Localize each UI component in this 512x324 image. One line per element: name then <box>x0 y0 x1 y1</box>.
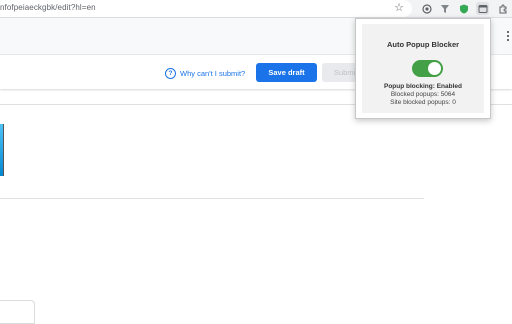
section-divider <box>0 198 424 199</box>
why-cant-submit-link[interactable]: ? Why can't I submit? <box>165 67 245 79</box>
save-draft-button[interactable]: Save draft <box>256 63 317 82</box>
popup-blocking-toggle[interactable] <box>412 60 443 77</box>
extensions-puzzle-icon[interactable] <box>496 2 509 15</box>
popup-body: Auto Popup Blocker Popup blocking: Enabl… <box>362 24 484 113</box>
help-icon: ? <box>165 67 176 79</box>
why-cant-submit-label: Why can't I submit? <box>180 68 246 78</box>
blocked-popups-count: Blocked popups: 5064 <box>390 91 456 98</box>
browser-toolbar: nfofpeiaeckgbk/edit?hl=en ☆ <box>0 0 512 18</box>
star-icon[interactable]: ☆ <box>393 2 405 14</box>
auto-popup-blocker-icon[interactable] <box>476 2 489 15</box>
more-menu-icon[interactable] <box>505 31 511 43</box>
auto-popup-blocker-popup: Auto Popup Blocker Popup blocking: Enabl… <box>355 18 491 119</box>
site-blocked-popups-count: Site blocked popups: 0 <box>390 99 456 106</box>
popup-status-text: Popup blocking: Enabled <box>384 83 462 90</box>
bottom-card <box>0 300 35 324</box>
extension-shield-icon[interactable] <box>420 2 433 15</box>
item-thumbnail <box>0 124 4 176</box>
popup-title: Auto Popup Blocker <box>386 40 460 49</box>
address-bar[interactable]: nfofpeiaeckgbk/edit?hl=en <box>0 0 412 17</box>
toggle-knob <box>428 62 441 75</box>
extension-vpn-icon[interactable] <box>457 2 470 15</box>
url-text[interactable]: nfofpeiaeckgbk/edit?hl=en <box>0 3 96 12</box>
extension-filter-icon[interactable] <box>438 2 451 15</box>
